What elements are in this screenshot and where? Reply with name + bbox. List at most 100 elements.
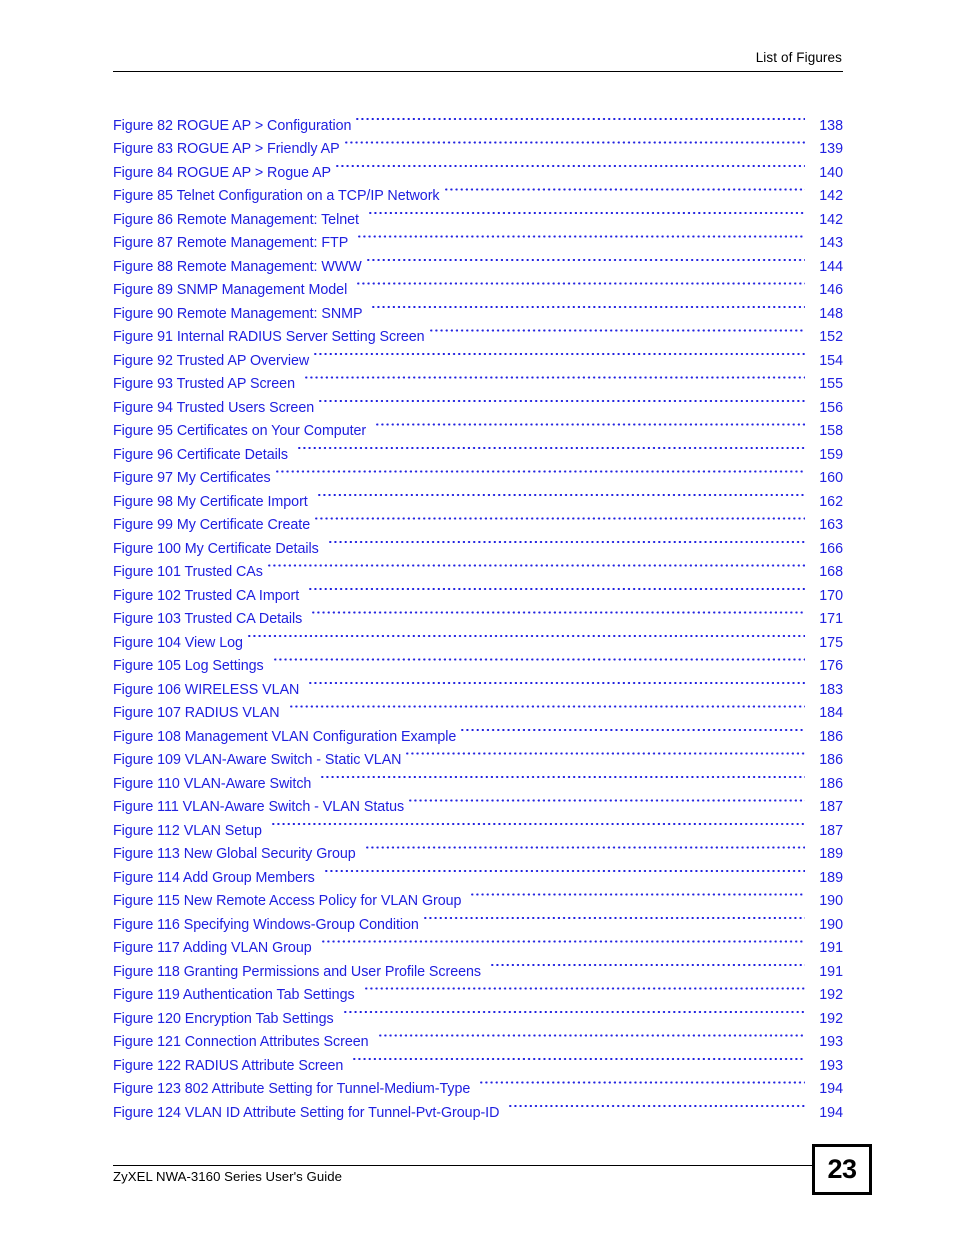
dot-leader — [509, 1093, 805, 1117]
dot-leader — [343, 999, 805, 1023]
page-number: 23 — [827, 1154, 857, 1184]
dot-leader — [297, 435, 805, 459]
dot-leader — [491, 952, 805, 976]
figure-entry-page-number: 170 — [819, 587, 843, 604]
figure-entry-label: Figure 124 VLAN ID Attribute Setting for… — [113, 1104, 500, 1121]
figure-entry-label: Figure 122 RADIUS Attribute Screen — [113, 1057, 344, 1074]
figure-entry-label: Figure 94 Trusted Users Screen — [113, 399, 315, 416]
dot-leader — [365, 834, 805, 858]
figure-entry-page-number: 143 — [819, 235, 843, 251]
dot-leader — [273, 646, 805, 670]
dot-leader — [372, 294, 805, 318]
figure-entry-label: Figure 106 WIRELESS VLAN — [113, 681, 300, 698]
dot-leader — [364, 975, 805, 999]
dot-leader — [471, 881, 805, 905]
dot-leader — [480, 1069, 805, 1093]
figure-entry-page-number: 193 — [819, 1034, 843, 1050]
figure-entry-page-number: 192 — [819, 987, 843, 1003]
header-title: List of Figures — [755, 50, 842, 65]
figure-entry-page-number: 187 — [819, 822, 843, 839]
dot-leader — [314, 341, 805, 365]
dot-leader — [429, 317, 805, 341]
page-number-box: 23 — [812, 1144, 872, 1195]
figure-entry-label: Figure 98 My Certificate Import — [113, 493, 308, 510]
dot-leader — [312, 599, 805, 623]
figure-entry-page-number: 184 — [819, 705, 843, 721]
figure-entry-page-number: 146 — [819, 282, 843, 298]
list-of-figures: Figure 82 ROGUE AP > Configuration 138 Fig… — [113, 106, 843, 1121]
dot-leader — [406, 740, 805, 764]
figure-entry-label: Figure 83 ROGUE AP > Friendly AP — [113, 141, 340, 157]
figure-entry-page-number: 186 — [819, 752, 843, 768]
figure-entry-label: Figure 115 New Remote Access Policy for … — [113, 893, 462, 909]
figure-entry-page-number: 148 — [819, 305, 843, 322]
dot-leader — [344, 129, 805, 153]
footer-divider — [113, 1165, 813, 1166]
dot-leader — [336, 153, 805, 177]
dot-leader — [321, 928, 805, 952]
figure-entry-label: Figure 102 Trusted CA Import — [113, 587, 300, 604]
dot-leader — [321, 764, 805, 788]
figure-entry-label: Figure 82 ROGUE AP > Configuration — [113, 117, 352, 134]
figure-entry-label: Figure 84 ROGUE AP > Rogue AP — [113, 164, 332, 181]
figure-entry-page-number: 194 — [819, 1081, 843, 1097]
dot-leader — [317, 482, 805, 506]
figure-entry-label: Figure 89 SNMP Management Model — [113, 282, 348, 298]
dot-leader — [378, 1022, 805, 1046]
dot-leader — [304, 364, 805, 388]
figure-entry-page-number: 194 — [819, 1104, 843, 1121]
dot-leader — [368, 200, 805, 224]
figure-entry-label: Figure 117 Adding VLAN Group — [113, 940, 312, 956]
header-divider — [113, 71, 843, 72]
dot-leader — [275, 458, 805, 482]
figure-entry-page-number: 186 — [819, 775, 843, 792]
dot-leader — [444, 176, 805, 200]
figure-entry-label: Figure 121 Connection Attributes Screen — [113, 1034, 369, 1050]
dot-leader — [319, 388, 805, 412]
figure-entry-label: Figure 88 Remote Management: WWW — [113, 258, 362, 275]
figure-entry-page-number: 168 — [819, 564, 843, 580]
figure-entry-label: Figure 119 Authentication Tab Settings — [113, 987, 355, 1003]
footer-guide-title: ZyXEL NWA-3160 Series User's Guide — [113, 1169, 342, 1184]
figure-entry-page-number: 142 — [819, 188, 843, 204]
figure-entry-label: Figure 112 VLAN Setup — [113, 822, 262, 839]
figure-entry-page-number: 159 — [819, 446, 843, 463]
dot-leader — [289, 693, 805, 717]
figure-entry-label: Figure 92 Trusted AP Overview — [113, 352, 310, 369]
figure-entry-label: Figure 105 Log Settings — [113, 658, 264, 674]
dot-leader — [309, 670, 805, 694]
dot-leader — [358, 223, 805, 247]
document-page: List of Figures Figure 82 ROGUE AP > Con… — [0, 0, 954, 1235]
figure-entry-page-number: 189 — [819, 869, 843, 886]
figure-entry-label: Figure 107 RADIUS VLAN — [113, 705, 280, 721]
figure-entry-page-number: 155 — [819, 376, 843, 392]
figure-entry-page-number: 186 — [819, 728, 843, 745]
figure-entry-label: Figure 120 Encryption Tab Settings — [113, 1010, 334, 1027]
dot-leader — [461, 717, 805, 741]
dot-leader — [409, 787, 805, 811]
figure-entry-page-number: 152 — [819, 329, 843, 345]
figure-entry-label: Figure 97 My Certificates — [113, 470, 271, 486]
figure-entry-label: Figure 86 Remote Management: Telnet — [113, 211, 359, 228]
dot-leader — [353, 1046, 805, 1070]
figure-entry-page-number: 166 — [819, 540, 843, 557]
dot-leader — [328, 529, 805, 553]
dot-leader — [376, 411, 805, 435]
figure-entry-page-number: 154 — [819, 352, 843, 369]
dot-leader — [267, 552, 805, 576]
figure-entry-page-number: 192 — [819, 1010, 843, 1027]
figure-entry-page-number: 190 — [819, 916, 843, 933]
figure-entry-label: Figure 123 802 Attribute Setting for Tun… — [113, 1081, 471, 1097]
figure-entry-label: Figure 110 VLAN-Aware Switch — [113, 775, 312, 792]
figure-entry-page-number: 183 — [819, 681, 843, 698]
figure-entry-page-number: 193 — [819, 1057, 843, 1074]
figure-entry-page-number: 191 — [819, 963, 843, 980]
dot-leader — [309, 576, 805, 600]
figure-entry-page-number: 156 — [819, 399, 843, 416]
figure-entry-label: Figure 93 Trusted AP Screen — [113, 376, 295, 392]
figure-entry-page-number: 190 — [819, 893, 843, 909]
dot-leader — [247, 623, 805, 647]
list-of-figures-entry[interactable]: Figure 82 ROGUE AP > Configuration 138 — [113, 106, 843, 134]
figure-entry-page-number: 163 — [819, 517, 843, 533]
dot-leader — [356, 106, 805, 130]
